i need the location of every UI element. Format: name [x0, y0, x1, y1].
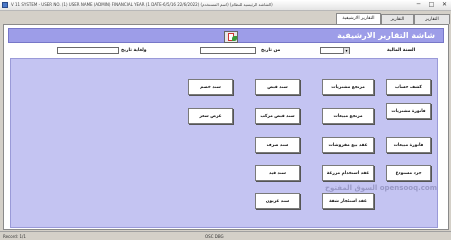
sales-invoice-button[interactable]: فاتورة مبيعات — [386, 137, 431, 153]
tab-main-reports[interactable]: التقارير الرئيسية — [414, 14, 450, 31]
discount-voucher-button[interactable]: سند خصم — [188, 79, 233, 95]
sales-returns-button[interactable]: مرتجع مبيعات — [322, 108, 374, 124]
app-icon — [2, 2, 8, 8]
deposit-voucher-button[interactable]: سند عربون — [255, 193, 300, 209]
from-date-field[interactable] — [200, 47, 256, 54]
journal-voucher-button[interactable]: سند قيد — [255, 165, 300, 181]
receipt-voucher-button[interactable]: سند قبض — [255, 79, 300, 95]
fiscal-year-select[interactable]: ▾ — [320, 47, 350, 54]
to-date-field[interactable] — [57, 47, 119, 54]
fiscal-year-label: السنة المالية — [387, 48, 416, 53]
price-quote-button[interactable]: عرض سعر — [188, 108, 233, 124]
record-status: Record: 1/1 — [3, 234, 26, 239]
payment-voucher-button[interactable]: سند صرف — [255, 137, 300, 153]
account-statement-button[interactable]: كشف حساب — [386, 79, 431, 95]
header-bar: شاشة التقارير الارشيفية — [8, 28, 444, 43]
window-title: V 11 SYSTEM - USER NO. (1) USER NAME (AD… — [11, 2, 273, 7]
window-titlebar: V 11 SYSTEM - USER NO. (1) USER NAME (AD… — [0, 0, 451, 11]
report-tabs: التقارير الرئيسية التقارير الخاصة التقار… — [0, 12, 451, 31]
inventory-count-button[interactable]: جرد مستودع — [386, 165, 431, 181]
compound-receipt-button[interactable]: سند قبض مركب — [255, 108, 300, 124]
from-date-label: من تاريخ — [261, 48, 281, 53]
watermark: السوق المفتوح opensooq.com — [325, 184, 437, 192]
page-title: شاشة التقارير الارشيفية — [337, 31, 435, 40]
minimize-button[interactable]: ─ — [412, 1, 425, 9]
apartment-rent-button[interactable]: عقد استئجار شقة — [322, 193, 374, 209]
buttons-panel: كشف حساب فاتورة مشتريات فاتورة مبيعات جر… — [10, 58, 438, 228]
status-center: OSC DBG — [205, 234, 224, 239]
tab-special-reports[interactable]: التقارير الخاصة — [381, 14, 414, 31]
usage-contract-button[interactable]: عقد استخدام مزرعة — [322, 165, 374, 181]
close-button[interactable]: ✕ — [438, 1, 451, 9]
purchase-returns-button[interactable]: مرتجع مشتريات — [322, 79, 374, 95]
maximize-button[interactable]: □ — [425, 1, 438, 9]
status-bar: Record: 1/1 OSC DBG — [0, 231, 451, 240]
purchase-invoice-button[interactable]: فاتورة مشتريات — [386, 103, 431, 119]
report-icon[interactable] — [224, 31, 238, 43]
tab-archive-reports[interactable]: التقارير الارشيفية — [336, 13, 381, 24]
possessions-sale-button[interactable]: عقد بيع مقروشات — [322, 137, 374, 153]
to-date-label: ولغاية تاريخ — [121, 48, 147, 53]
chevron-down-icon[interactable]: ▾ — [343, 48, 349, 54]
